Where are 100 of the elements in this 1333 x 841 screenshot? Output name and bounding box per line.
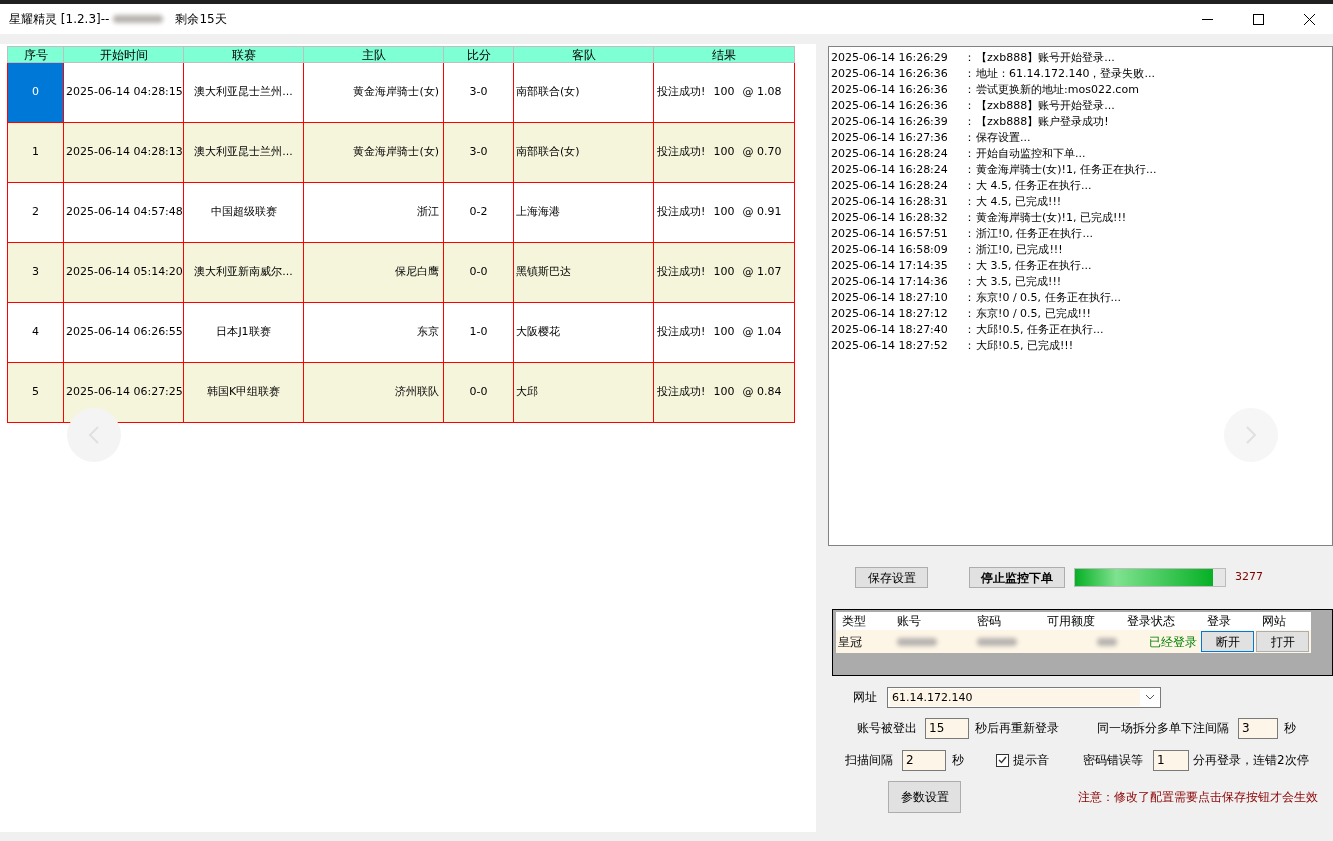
url-label: 网址 — [853, 689, 878, 706]
table-cell: 澳大利亚昆士兰州... — [183, 122, 304, 183]
result-text: 投注成功! — [657, 85, 706, 99]
column-header: 比分 — [443, 46, 514, 63]
stake-text: 100 — [713, 265, 735, 279]
column-header: 开始时间 — [63, 46, 184, 63]
log-timestamp: 2025-06-14 16:57:51 — [831, 226, 949, 242]
input-field[interactable]: 1 — [1153, 749, 1189, 771]
log-message: 【zxb888】账号开始登录... — [976, 98, 1115, 114]
log-timestamp: 2025-06-14 17:14:35 — [831, 258, 949, 274]
log-timestamp: 2025-06-14 16:26:36 — [831, 98, 949, 114]
odds-text: @ 0.91 — [742, 205, 782, 219]
result-text: 投注成功! — [657, 385, 706, 399]
table-cell: 大邱 — [513, 362, 654, 423]
result-text: 投注成功! — [657, 325, 706, 339]
table-cell: 3 — [7, 242, 64, 303]
log-message: 大邱!0.5, 已完成!!! — [976, 338, 1074, 354]
log-message: 黄金海岸骑士(女)!1, 任务正在执行... — [976, 162, 1157, 178]
log-separator: ： — [964, 258, 976, 274]
log-separator: ： — [964, 146, 976, 162]
disconnect-button[interactable]: 断开 — [1201, 631, 1254, 652]
log-timestamp: 2025-06-14 16:26:36 — [831, 82, 949, 98]
redacted-text — [113, 15, 164, 23]
table-cell: 中国超级联赛 — [183, 182, 304, 243]
chevron-down-icon — [1145, 694, 1155, 700]
table-cell: 澳大利亚新南威尔... — [183, 242, 304, 303]
result-text: 投注成功! — [657, 265, 706, 279]
odds-text: @ 0.70 — [742, 145, 782, 159]
log-separator: ： — [964, 50, 976, 66]
parameter-settings-button[interactable]: 参数设置 — [888, 781, 961, 813]
table-cell: 上海海港 — [513, 182, 654, 243]
input-field[interactable]: 3 — [1238, 717, 1278, 739]
maximize-icon[interactable] — [1253, 13, 1264, 25]
table-cell: 浙江 — [303, 182, 444, 243]
table-cell: 2025-06-14 06:26:55 — [63, 302, 184, 363]
table-cell: 0-0 — [443, 242, 514, 303]
field-label: 秒 — [952, 752, 965, 769]
stake-text: 100 — [713, 325, 735, 339]
log-timestamp: 2025-06-14 16:27:36 — [831, 130, 949, 146]
table-cell-text: 皇冠 — [837, 633, 863, 651]
odds-text: @ 1.07 — [742, 265, 782, 279]
odds-text: @ 1.04 — [742, 325, 782, 339]
log-separator: ： — [964, 162, 976, 178]
close-icon[interactable] — [1304, 13, 1315, 25]
log-timestamp: 2025-06-14 18:27:10 — [831, 290, 949, 306]
table-cell: 东京 — [303, 302, 444, 363]
log-timestamp: 2025-06-14 17:14:36 — [831, 274, 949, 290]
open-button[interactable]: 打开 — [1256, 631, 1309, 652]
count-text: 3277 — [1235, 569, 1263, 586]
log-timestamp: 2025-06-14 16:28:32 — [831, 210, 949, 226]
login-status: 已经登录 — [1148, 633, 1198, 651]
table-cell: 2025-06-14 04:28:15 — [63, 62, 184, 123]
log-separator: ： — [964, 114, 976, 130]
url-dropdown[interactable]: 61.14.172.140 — [887, 686, 1161, 708]
input-field[interactable]: 15 — [925, 717, 969, 739]
log-timestamp: 2025-06-14 18:27:12 — [831, 306, 949, 322]
log-message: 【zxb888】账户登录成功! — [976, 114, 1109, 130]
log-timestamp: 2025-06-14 16:28:24 — [831, 162, 949, 178]
sound-checkbox[interactable] — [996, 753, 1009, 767]
column-header: 可用额度 — [1046, 613, 1096, 630]
column-header: 账号 — [896, 613, 922, 630]
table-cell: 3-0 — [443, 62, 514, 123]
stop-monitoring-button[interactable]: 停止监控下单 — [969, 567, 1065, 588]
log-separator: ： — [964, 242, 976, 258]
log-message: 尝试更换新的地址:mos022.com — [976, 82, 1139, 98]
stake-text: 100 — [713, 85, 735, 99]
table-cell: 0-0 — [443, 362, 514, 423]
log-separator: ： — [964, 306, 976, 322]
field-label: 账号被登出 — [857, 720, 918, 737]
redacted-text — [977, 637, 1017, 646]
log-separator: ： — [964, 66, 976, 82]
redacted-text — [1097, 637, 1117, 646]
log-separator: ： — [964, 274, 976, 290]
column-header: 序号 — [7, 46, 64, 63]
stake-text: 100 — [713, 205, 735, 219]
log-message: 大 4.5, 已完成!!! — [976, 194, 1062, 210]
log-message: 东京!0 / 0.5, 任务正在执行... — [976, 290, 1122, 306]
table-cell: 1 — [7, 122, 64, 183]
column-header: 客队 — [513, 46, 654, 63]
log-timestamp: 2025-06-14 16:28:31 — [831, 194, 949, 210]
log-message: 东京!0 / 0.5, 已完成!!! — [976, 306, 1091, 322]
table-cell: 日本J1联赛 — [183, 302, 304, 363]
table-cell: 黄金海岸骑士(女) — [303, 62, 444, 123]
log-timestamp: 2025-06-14 18:27:52 — [831, 338, 949, 354]
column-header: 登录状态 — [1126, 613, 1176, 630]
save-settings-button[interactable]: 保存设置 — [855, 567, 928, 588]
column-header: 结果 — [653, 46, 795, 63]
column-header: 主队 — [303, 46, 444, 63]
field-label: 秒 — [1284, 720, 1296, 737]
checkbox-label: 提示音 — [1013, 752, 1050, 769]
log-message: 地址：61.14.172.140，登录失败... — [976, 66, 1155, 82]
log-message: 大 4.5, 任务正在执行... — [976, 178, 1092, 194]
table-cell: 3-0 — [443, 122, 514, 183]
log-timestamp: 2025-06-14 16:58:09 — [831, 242, 949, 258]
column-header: 密码 — [976, 613, 1002, 630]
input-field[interactable]: 2 — [902, 749, 946, 771]
log-timestamp: 2025-06-14 18:27:40 — [831, 322, 949, 338]
table-cell: 南部联合(女) — [513, 62, 654, 123]
log-timestamp: 2025-06-14 16:26:39 — [831, 114, 949, 130]
log-separator: ： — [964, 322, 976, 338]
